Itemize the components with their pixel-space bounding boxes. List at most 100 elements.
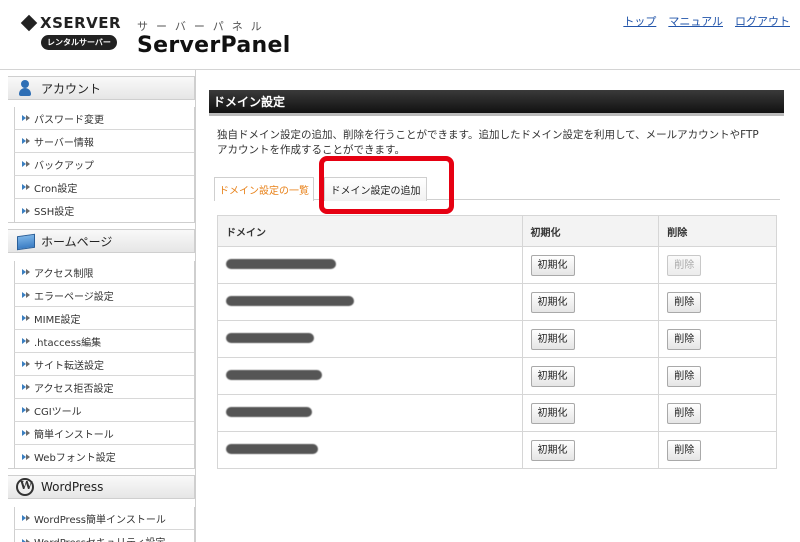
sidebar-item-label: Webフォント設定 [34,453,116,464]
sidebar-item-mime[interactable]: MIME設定 [14,307,194,330]
domain-cell [217,283,523,321]
delete-cell: 削除 [658,394,777,432]
section-title: ホームページ [41,234,113,249]
delete-button[interactable]: 削除 [667,365,702,387]
init-cell: 初期化 [521,431,660,469]
table-row: 初期化 削除 [217,357,777,395]
xserver-diamond-icon [20,14,38,32]
init-button[interactable]: 初期化 [530,439,575,461]
redacted-domain [226,443,318,454]
sidebar-item-label: サーバー情報 [34,137,94,149]
sidebar-section-wordpress: WordPress [8,475,195,499]
init-cell: 初期化 [521,283,660,321]
sidebar-item-error-page[interactable]: エラーページ設定 [14,284,194,307]
domain-cell [217,431,523,469]
redacted-domain [226,295,354,306]
double-arrow-icon [22,183,32,191]
logo-brand: XSERVER [40,14,122,32]
sidebar-item-label: パスワード変更 [34,114,104,126]
sidebar: アカウント パスワード変更 サーバー情報 バックアップ Cron設定 SSH設定… [8,70,196,542]
redacted-domain [226,332,314,343]
sidebar-item-label: MIME設定 [34,314,81,326]
table-header-row: ドメイン 初期化 削除 [217,215,777,247]
person-icon [16,79,34,97]
homepage-icon [16,232,34,250]
double-arrow-icon [22,114,32,122]
panel-title: サーバーパネル ServerPanel [137,18,291,58]
sidebar-item-label: エラーページ設定 [34,291,114,303]
double-arrow-icon [22,314,32,322]
manual-link[interactable]: マニュアル [668,13,723,29]
delete-button[interactable]: 削除 [667,402,702,424]
delete-cell: 削除 [658,357,777,395]
sidebar-item-access-deny[interactable]: アクセス拒否設定 [14,376,194,399]
init-cell: 初期化 [521,394,660,432]
delete-button[interactable]: 削除 [667,291,702,313]
sidebar-item-ssh[interactable]: SSH設定 [14,199,194,222]
redacted-domain [226,369,322,380]
header-delete: 削除 [658,215,777,247]
delete-cell: 削除 [658,320,777,358]
double-arrow-icon [22,429,32,437]
domain-cell [217,246,523,284]
init-button[interactable]: 初期化 [530,254,575,276]
sidebar-item-backup[interactable]: バックアップ [14,153,194,176]
header-domain: ドメイン [217,215,523,247]
xserver-logo[interactable]: XSERVER レンタルサーバー [20,14,132,60]
logo-sub: レンタルサーバー [41,35,117,50]
sidebar-item-htaccess[interactable]: .htaccess編集 [14,330,194,353]
table-row: 初期化 削除 [217,320,777,358]
sidebar-item-access-limit[interactable]: アクセス制限 [14,261,194,284]
double-arrow-icon [22,360,32,368]
double-arrow-icon [22,207,32,215]
sidebar-item-label: .htaccess編集 [34,337,102,349]
init-button[interactable]: 初期化 [530,365,575,387]
sidebar-item-label: WordPressセキュリティ設定 [34,534,165,542]
sidebar-item-server-info[interactable]: サーバー情報 [14,130,194,153]
double-arrow-icon [22,160,32,168]
sidebar-list-wordpress: WordPress簡単インストール WordPressセキュリティ設定 [8,507,195,542]
sidebar-item-label: 簡単インストール [34,429,114,441]
delete-button[interactable]: 削除 [667,328,702,350]
sidebar-item-site-redirect[interactable]: サイト転送設定 [14,353,194,376]
sidebar-item-easy-install[interactable]: 簡単インストール [14,422,194,445]
delete-cell: 削除 [658,431,777,469]
panel-kana: サーバーパネル [137,20,270,33]
delete-cell: 削除 [658,246,777,284]
sidebar-item-label: WordPress簡単インストール [34,514,166,526]
delete-cell: 削除 [658,283,777,321]
sidebar-item-label: アクセス制限 [34,268,94,280]
init-button[interactable]: 初期化 [530,328,575,350]
sidebar-item-cron[interactable]: Cron設定 [14,176,194,199]
tab-domain-list[interactable]: ドメイン設定の一覧 [214,177,314,201]
delete-button[interactable]: 削除 [667,439,702,461]
top-link[interactable]: トップ [623,13,656,29]
init-button[interactable]: 初期化 [530,291,575,313]
domain-cell [217,394,523,432]
init-cell: 初期化 [521,357,660,395]
sidebar-section-homepage: ホームページ [8,229,195,253]
header-init: 初期化 [521,215,660,247]
domain-tabs: ドメイン設定の一覧 ドメイン設定の追加 [214,174,780,201]
double-arrow-icon [22,538,32,542]
tab-domain-add[interactable]: ドメイン設定の追加 [324,177,427,201]
sidebar-list-homepage: アクセス制限 エラーページ設定 MIME設定 .htaccess編集 サイト転送… [8,261,195,469]
redacted-domain [226,406,312,417]
header: XSERVER レンタルサーバー サーバーパネル ServerPanel トップ… [0,0,800,70]
double-arrow-icon [22,453,32,461]
sidebar-item-label: アクセス拒否設定 [34,383,114,395]
section-title: アカウント [41,81,102,96]
sidebar-item-cgi-tools[interactable]: CGIツール [14,399,194,422]
sidebar-section-account: アカウント [8,76,195,100]
sidebar-item-wp-easy-install[interactable]: WordPress簡単インストール [14,507,194,530]
init-button[interactable]: 初期化 [530,402,575,424]
sidebar-item-web-font[interactable]: Webフォント設定 [14,445,194,468]
sidebar-item-wp-security[interactable]: WordPressセキュリティ設定 [14,530,194,542]
double-arrow-icon [22,514,32,522]
sidebar-item-label: SSH設定 [34,207,75,218]
sidebar-item-password[interactable]: パスワード変更 [14,107,194,130]
logout-link[interactable]: ログアウト [735,13,790,29]
page-description: 独自ドメイン設定の追加、削除を行うことができます。追加したドメイン設定を利用して… [217,129,759,156]
double-arrow-icon [22,383,32,391]
table-row: 初期化 削除 [217,246,777,284]
